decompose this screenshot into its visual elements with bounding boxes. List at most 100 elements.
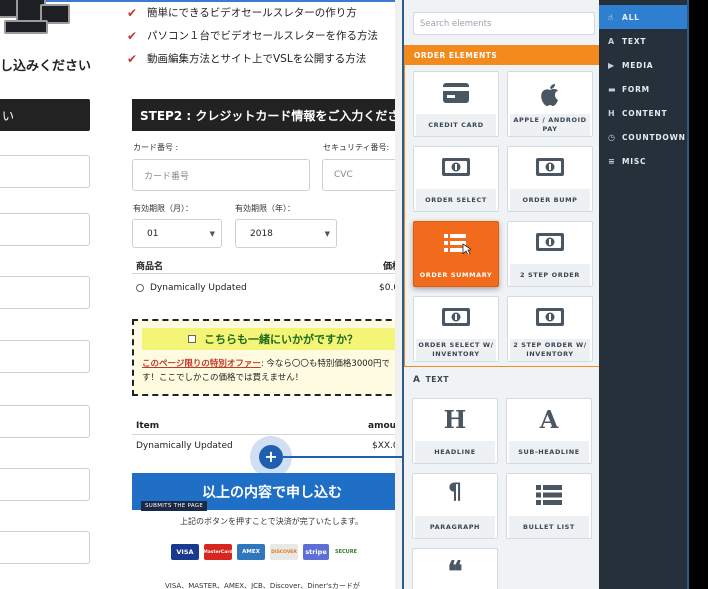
- visa-logo: VISA: [171, 544, 199, 560]
- insert-indicator-line: [283, 456, 410, 458]
- menu-icon: ≡: [608, 156, 616, 166]
- element-tile-bullet-list[interactable]: BULLET LIST: [506, 473, 592, 539]
- step1-header[interactable]: い: [0, 99, 90, 131]
- credit-card-icon: [443, 83, 469, 103]
- elements-panel: Search elements ORDER ELEMENTS CREDIT CA…: [402, 0, 601, 589]
- check-item: ✔ パソコン１台でビデオセールスレターを作る方法: [127, 28, 378, 43]
- play-icon: ▶: [608, 60, 615, 70]
- order-elements-group: CREDIT CARD APPLE / ANDROID PAY ORDER SE…: [404, 65, 601, 367]
- page-canvas[interactable]: ✔ 簡単にできるビデオセールスレターの作り方 ✔ パソコン１台でビデオセールスレター…: [0, 0, 412, 589]
- check-icon: ✔: [127, 28, 138, 43]
- divider: [132, 434, 412, 435]
- product-column-header: 商品名: [136, 262, 164, 272]
- step1-field[interactable]: [0, 155, 90, 188]
- search-elements-input[interactable]: Search elements: [413, 12, 595, 35]
- element-tile-apple-android-pay[interactable]: APPLE / ANDROID PAY: [507, 71, 593, 137]
- exp-month-select[interactable]: 01 ▼: [132, 219, 222, 248]
- nav-item-misc[interactable]: ≡ MISC: [599, 149, 687, 173]
- card-number-input[interactable]: カード番号: [132, 159, 310, 191]
- check-icon: ✔: [127, 5, 138, 20]
- text-elements-header: A TEXT: [413, 375, 450, 385]
- element-tile-order-bump[interactable]: ORDER BUMP: [507, 146, 593, 212]
- footer-note: VISA、MASTER、AMEX、JCB、Discover、Diner'sカード…: [165, 582, 360, 589]
- quote-icon: ❝: [447, 555, 463, 588]
- form-icon: ▬: [608, 84, 617, 94]
- product-option[interactable]: Dynamically Updated: [136, 283, 247, 293]
- exp-month-label: 有効期限（月）：: [133, 204, 193, 213]
- bullet-list-icon: [536, 485, 562, 505]
- payment-logos: VISA MasterCard AMEX DISCOVER stripe SEC…: [171, 544, 363, 560]
- nav-item-countdown[interactable]: ◷ COUNTDOWN: [599, 125, 687, 149]
- summary-item: Dynamically Updated: [136, 441, 233, 451]
- nav-item-media[interactable]: ▶ MEDIA: [599, 53, 687, 77]
- paragraph-icon: ¶: [448, 480, 462, 505]
- amex-logo: AMEX: [237, 544, 265, 560]
- element-tile-2-step-order[interactable]: 2 STEP ORDER: [507, 221, 593, 287]
- text-icon: A: [608, 36, 615, 46]
- cvc-label: セキュリティ番号:: [323, 143, 390, 152]
- bill-icon: [536, 233, 564, 251]
- nav-item-content[interactable]: H CONTENT: [599, 101, 687, 125]
- add-element-button[interactable]: +: [259, 445, 283, 469]
- chevron-down-icon: ▼: [209, 229, 215, 238]
- clock-icon: ◷: [608, 132, 616, 142]
- list-icon: [444, 234, 471, 254]
- bill-icon: [442, 158, 470, 176]
- submit-tag: SUBMITS THE PAGE: [141, 501, 208, 511]
- element-tile-headline[interactable]: H HEADLINE: [412, 398, 498, 464]
- divider: [132, 273, 412, 274]
- stripe-logo: stripe: [303, 544, 329, 560]
- discover-logo: DISCOVER: [270, 544, 298, 560]
- check-icon: ✔: [127, 51, 138, 66]
- step1-field[interactable]: [0, 213, 90, 246]
- element-tile-order-select-inventory[interactable]: ORDER SELECT W/ INVENTORY: [413, 296, 499, 362]
- panel-border: [687, 0, 689, 589]
- sub-headline-icon: A: [539, 405, 559, 434]
- submit-note: 上記のボタンを押すことで決済が完了いたします。: [180, 517, 363, 526]
- order-elements-header: ORDER ELEMENTS: [404, 45, 601, 65]
- text-icon: A: [413, 375, 421, 385]
- apple-icon: [541, 84, 558, 106]
- step1-field[interactable]: [0, 405, 90, 438]
- benefit-checklist: ✔ 簡単にできるビデオセールスレターの作り方 ✔ パソコン１台でビデオセールスレター…: [127, 1, 378, 70]
- step2-header[interactable]: STEP2 : クレジットカード情報をご入力ください: [132, 99, 412, 131]
- order-bump-description: このページ限りの特別オファー: 今なら〇〇も特別価格3000円です！ここでしかこ…: [142, 359, 391, 383]
- section-title: し込みください: [0, 59, 92, 74]
- bill-icon: [536, 308, 564, 326]
- secure-badge: SECURE: [334, 544, 358, 560]
- check-item: ✔ 動画編集方法とサイト上でVSLを公開する方法: [127, 51, 367, 66]
- card-number-label: カード番号 :: [133, 143, 179, 152]
- order-bump-headline[interactable]: こちらも一緒にいかがですか？: [142, 328, 402, 350]
- element-tile-sub-headline[interactable]: A SUB-HEADLINE: [506, 398, 592, 464]
- nav-item-all[interactable]: ☝ ALL: [599, 5, 687, 29]
- radio-button[interactable]: [136, 284, 144, 292]
- mastercard-logo: MasterCard: [203, 544, 233, 560]
- bill-icon: [536, 158, 564, 176]
- product-mockup-image: [0, 0, 80, 42]
- element-tile-order-select[interactable]: ORDER SELECT: [413, 146, 499, 212]
- order-bump-box[interactable]: こちらも一緒にいかがですか？ このページ限りの特別オファー: 今なら〇〇も特別価…: [132, 319, 412, 396]
- step1-field[interactable]: [0, 276, 90, 309]
- step1-field[interactable]: [0, 340, 90, 373]
- chevron-down-icon: ▼: [324, 229, 330, 238]
- nav-item-text[interactable]: A TEXT: [599, 29, 687, 53]
- element-category-nav: ☝ ALL A TEXT ▶ MEDIA ▬ FORM H CONTENT ◷ COUNTD…: [599, 0, 687, 589]
- element-tile-credit-card[interactable]: CREDIT CARD: [413, 71, 499, 137]
- content-icon: H: [608, 108, 616, 118]
- order-bump-checkbox[interactable]: [188, 335, 196, 343]
- step1-field[interactable]: [0, 468, 90, 501]
- element-tile-quote[interactable]: ❝: [412, 548, 498, 589]
- summary-item-header: Item: [136, 421, 160, 431]
- element-tile-order-summary[interactable]: ORDER SUMMARY: [413, 221, 499, 287]
- check-item: ✔ 簡単にできるビデオセールスレターの作り方: [127, 5, 357, 20]
- headline-icon: H: [443, 405, 467, 434]
- nav-item-form[interactable]: ▬ FORM: [599, 77, 687, 101]
- hand-icon: ☝: [608, 12, 614, 22]
- element-tile-paragraph[interactable]: ¶ PARAGRAPH: [412, 473, 498, 539]
- element-tile-2-step-order-inventory[interactable]: 2 STEP ORDER W/ INVENTORY: [507, 296, 593, 362]
- exp-year-label: 有効期限（年）：: [235, 204, 295, 213]
- bill-icon: [442, 308, 470, 326]
- step1-field[interactable]: [0, 531, 90, 564]
- exp-year-select[interactable]: 2018 ▼: [235, 219, 337, 248]
- screen-edge: [687, 0, 708, 589]
